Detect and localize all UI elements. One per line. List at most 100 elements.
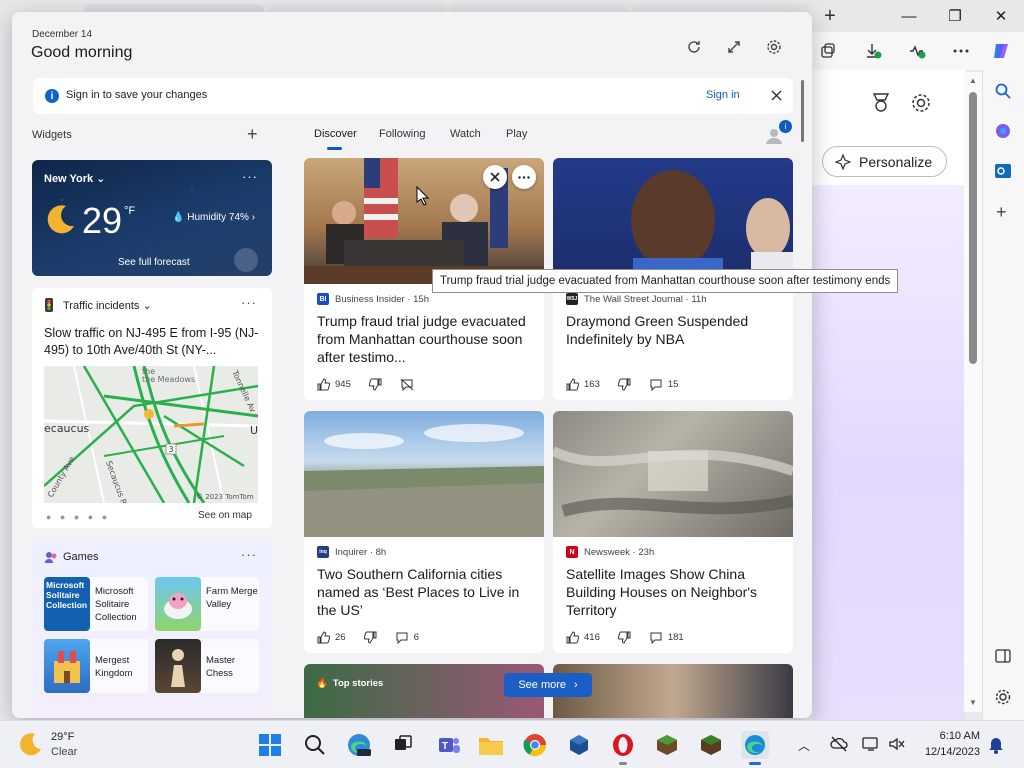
see-more-button[interactable]: See more › — [504, 673, 592, 697]
start-button[interactable] — [256, 731, 284, 759]
add-widget-button[interactable]: + — [247, 124, 258, 145]
dislike-button[interactable] — [368, 378, 382, 391]
like-button[interactable]: 416 — [566, 631, 600, 644]
split-screen-icon[interactable] — [995, 648, 1011, 669]
page-scrollbar[interactable]: ▲ ▼ — [964, 72, 982, 712]
traffic-map[interactable]: 3 the the Meadows ecaucus U Tonnelle Av … — [44, 366, 258, 503]
close-window-button[interactable]: ✕ — [978, 0, 1024, 32]
opera-icon[interactable] — [609, 731, 637, 765]
thumbs-down-icon — [617, 631, 631, 644]
taskbar-weather-temp[interactable]: 29°F — [51, 731, 74, 743]
news-card[interactable]: inq Inquirer · 8h Two Southern Californi… — [304, 411, 544, 653]
game-tile[interactable]: Farm Merge Valley — [155, 577, 259, 631]
source-logo-icon: BI — [317, 293, 329, 305]
file-explorer-icon[interactable] — [477, 731, 505, 759]
news-title[interactable]: Trump fraud trial judge evacuated from M… — [317, 312, 533, 366]
game-tile[interactable]: Mergest Kingdom — [44, 639, 148, 693]
scroll-down-arrow[interactable]: ▼ — [969, 698, 977, 707]
dislike-button[interactable] — [363, 631, 377, 644]
maximize-button[interactable]: ❐ — [932, 0, 978, 32]
tab-discover[interactable]: Discover — [314, 128, 357, 140]
more-menu-icon[interactable] — [948, 38, 974, 64]
personalize-button[interactable]: Personalize — [822, 146, 947, 177]
edge-beta-icon[interactable] — [345, 731, 373, 759]
display-icon[interactable] — [862, 736, 880, 757]
scroll-up-arrow[interactable]: ▲ — [969, 76, 977, 85]
search-icon[interactable] — [994, 82, 1012, 105]
new-tab-button[interactable]: + — [818, 4, 842, 28]
comments-disabled-button[interactable] — [400, 378, 414, 391]
like-button[interactable]: 163 — [566, 378, 600, 391]
traffic-title[interactable]: Traffic incidents ⌄ — [63, 299, 152, 312]
game-tile[interactable]: Microsoft Solitaire Collection Microsoft… — [44, 577, 148, 631]
copilot-sidebar-icon[interactable] — [994, 122, 1012, 145]
games-widget[interactable]: Games ··· Microsoft Solitaire Collection… — [32, 540, 272, 718]
news-card[interactable]: N Newsweek · 23h Satellite Images Show C… — [553, 411, 793, 653]
clock-date[interactable]: 12/14/2023 — [918, 746, 980, 758]
cloud-off-icon[interactable] — [830, 736, 848, 757]
moon-icon[interactable] — [18, 731, 44, 762]
rewards-icon[interactable] — [870, 92, 892, 119]
search-icon[interactable] — [301, 731, 329, 759]
panel-settings-icon[interactable] — [763, 36, 785, 58]
tab-play[interactable]: Play — [506, 128, 527, 140]
tab-watch[interactable]: Watch — [450, 128, 481, 140]
weather-more-options[interactable]: ··· — [242, 169, 258, 184]
traffic-more-options[interactable]: ··· — [241, 295, 257, 310]
minecraft-launcher-icon[interactable] — [697, 731, 725, 759]
traffic-widget[interactable]: Traffic incidents ⌄ ··· Slow traffic on … — [32, 288, 272, 528]
minecraft-icon[interactable] — [653, 731, 681, 759]
chevron-up-icon[interactable]: ︿ — [798, 737, 810, 754]
tab-following[interactable]: Following — [379, 128, 425, 140]
comments-button[interactable]: 15 — [649, 378, 678, 391]
news-title[interactable]: Draymond Green Suspended Indefinitely by… — [566, 312, 782, 348]
comments-button[interactable]: 181 — [649, 631, 684, 644]
news-title[interactable]: Two Southern California cities named as … — [317, 565, 533, 619]
signin-link[interactable]: Sign in — [706, 89, 740, 101]
chrome-icon[interactable] — [521, 731, 549, 759]
sidebar-settings-icon[interactable] — [994, 688, 1012, 711]
collections-icon[interactable] — [815, 38, 841, 64]
volume-muted-icon[interactable] — [888, 736, 906, 757]
comment-icon — [650, 632, 662, 644]
outlook-icon[interactable] — [994, 162, 1012, 185]
games-more-options[interactable]: ··· — [241, 547, 257, 562]
dismiss-story-button[interactable] — [483, 165, 507, 189]
performance-icon[interactable] — [904, 38, 930, 64]
news-title[interactable]: Satellite Images Show China Building Hou… — [566, 565, 782, 619]
downloads-icon[interactable] — [860, 38, 886, 64]
panel-scrollbar[interactable] — [801, 80, 804, 142]
widgets-heading: Widgets — [32, 129, 72, 141]
weather-widget[interactable]: New York ⌄ ··· 29 °F 💧 Humidity 74% › Se… — [32, 160, 272, 276]
gear-icon[interactable] — [910, 92, 932, 119]
traffic-description[interactable]: Slow traffic on NJ-495 E from I-95 (NJ-4… — [44, 325, 262, 359]
like-button[interactable]: 945 — [317, 378, 351, 391]
avatar[interactable]: i — [764, 120, 792, 148]
teams-icon[interactable]: T — [435, 731, 463, 759]
scroll-thumb[interactable] — [969, 92, 977, 364]
refresh-icon[interactable] — [683, 36, 705, 58]
add-sidebar-app-icon[interactable]: + — [996, 202, 1007, 223]
task-view-icon[interactable] — [389, 731, 417, 759]
close-icon[interactable] — [767, 86, 785, 104]
weather-location[interactable]: New York ⌄ — [44, 172, 105, 185]
edge-icon[interactable] — [741, 731, 769, 765]
virtualbox-icon[interactable] — [565, 731, 593, 759]
clock-time[interactable]: 6:10 AM — [918, 730, 980, 742]
carousel-dots[interactable]: ● ● ● ● ● — [46, 512, 110, 522]
copilot-icon[interactable] — [988, 38, 1014, 64]
comments-button[interactable]: 6 — [395, 631, 419, 644]
dislike-button[interactable] — [617, 378, 631, 391]
source-logo-icon: N — [566, 546, 578, 558]
dislike-button[interactable] — [617, 631, 631, 644]
expand-icon[interactable] — [723, 36, 745, 58]
story-more-options[interactable] — [512, 165, 536, 189]
see-on-map-link[interactable]: See on map — [198, 510, 252, 521]
source-text: Business Insider · 15h — [335, 293, 429, 305]
see-full-forecast-link[interactable]: See full forecast — [118, 257, 190, 268]
notifications-bell-icon[interactable] — [988, 736, 1004, 759]
game-tile[interactable]: Master Chess — [155, 639, 259, 693]
taskbar-weather-condition[interactable]: Clear — [51, 746, 77, 758]
minimize-button[interactable]: — — [886, 0, 932, 32]
like-button[interactable]: 26 — [317, 631, 346, 644]
